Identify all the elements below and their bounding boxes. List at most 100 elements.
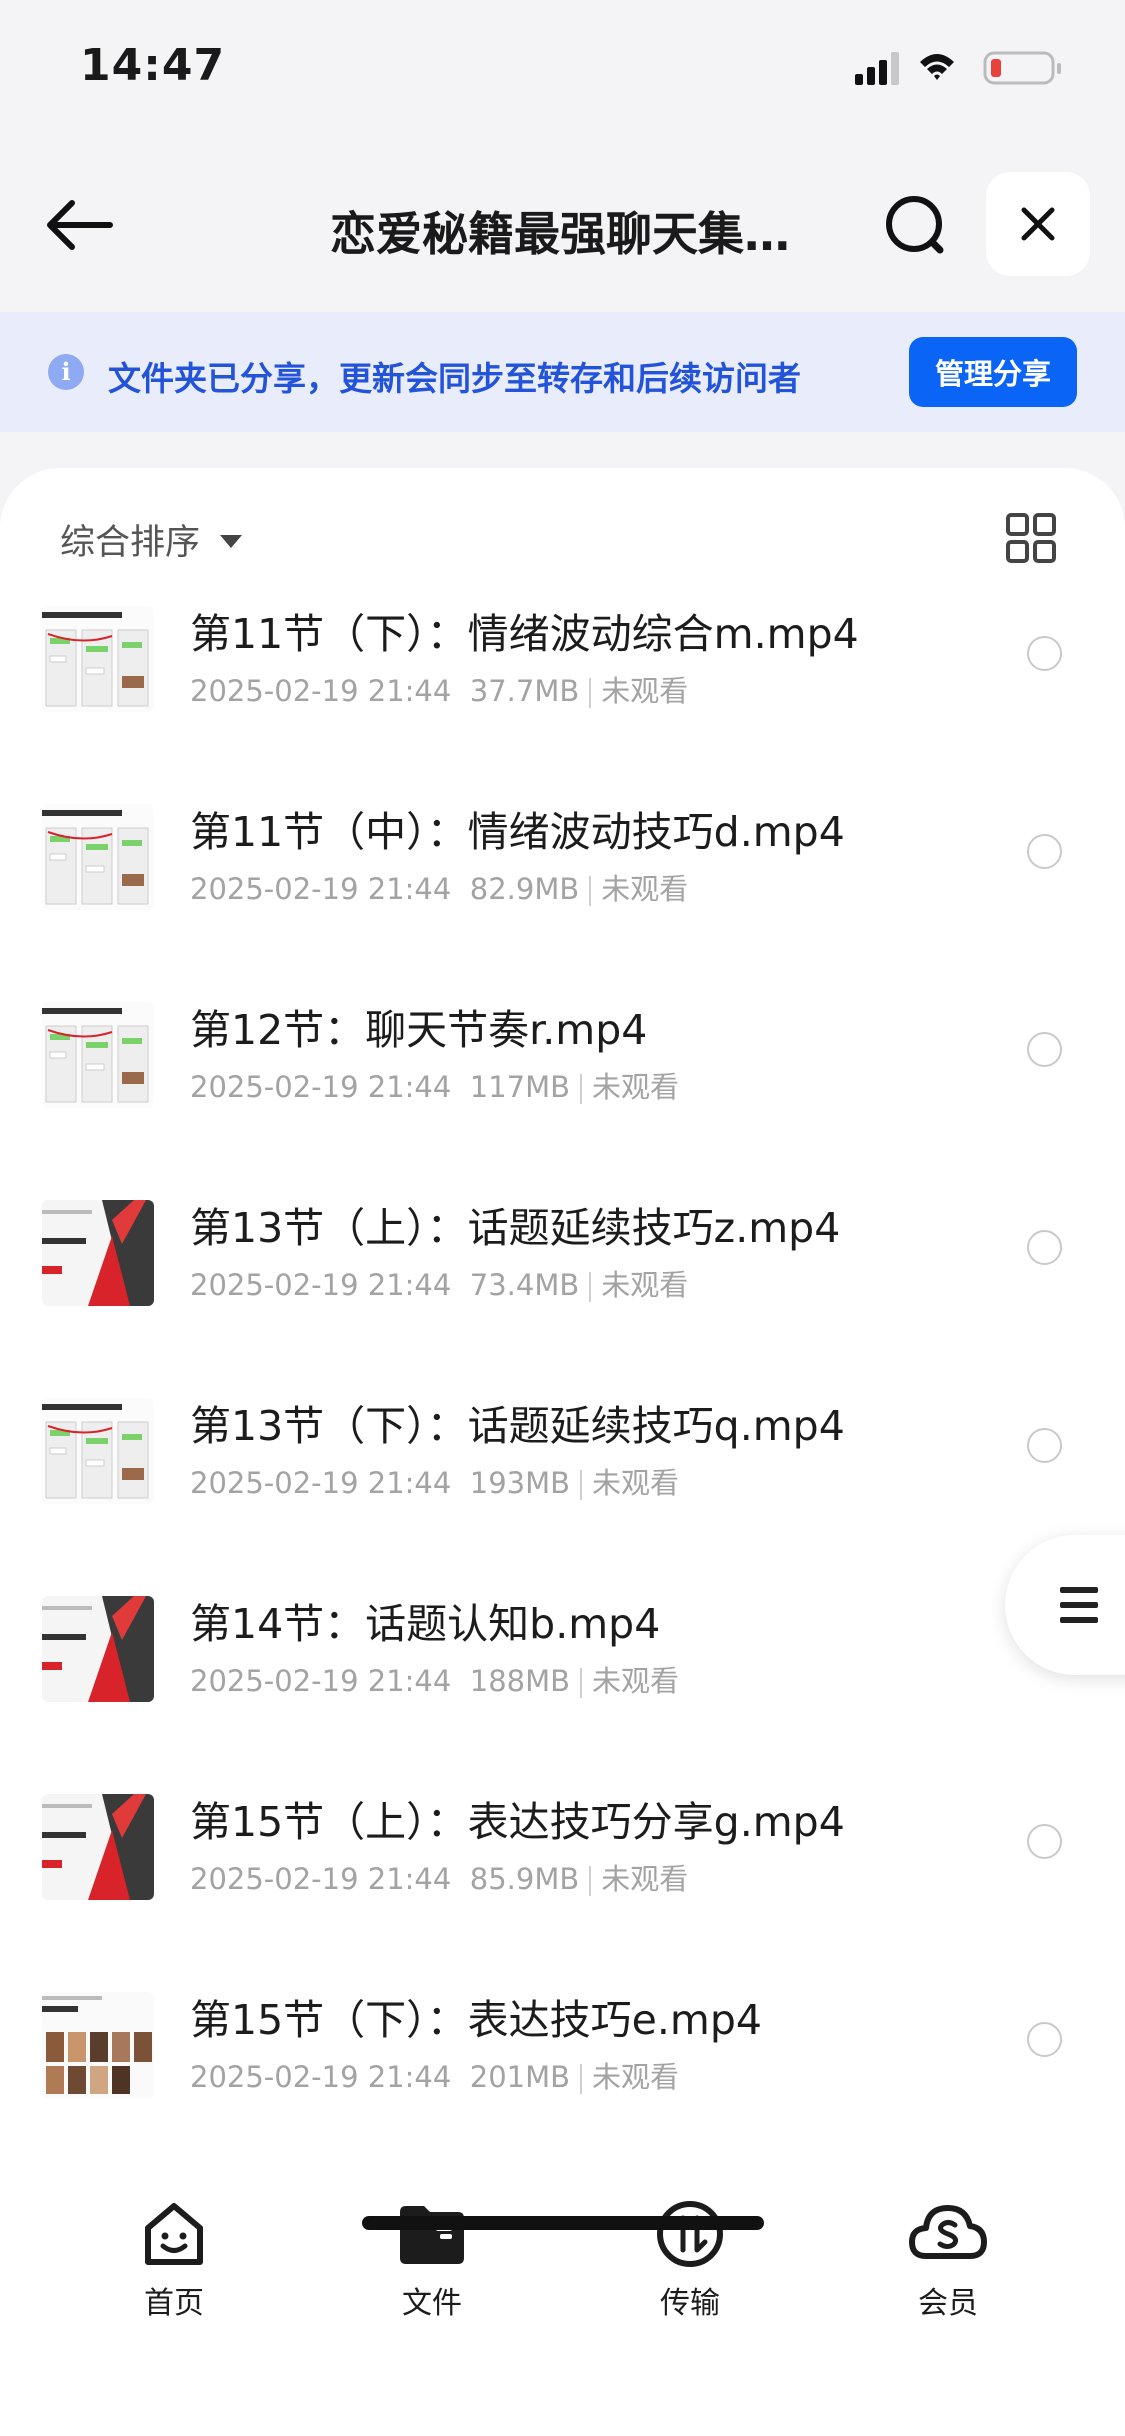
file-date: 2025-02-19 21:44 bbox=[190, 1070, 452, 1104]
select-checkbox[interactable] bbox=[1027, 1428, 1062, 1463]
menu-icon-line bbox=[1060, 1617, 1098, 1623]
meta-separator bbox=[589, 876, 592, 906]
file-size: 85.9MB bbox=[469, 1862, 580, 1896]
watch-status: 未观看 bbox=[592, 2060, 680, 2094]
tab-vip[interactable]: 会员 bbox=[848, 2198, 1048, 2348]
file-date: 2025-02-19 21:44 bbox=[190, 1862, 452, 1896]
close-icon bbox=[1021, 207, 1055, 241]
file-meta: 2025-02-19 21:44 193MB 未观看 bbox=[190, 1460, 679, 1502]
transfer-icon bbox=[657, 2201, 723, 2267]
file-name: 第12节：聊天节奏r.mp4 bbox=[190, 1006, 648, 1054]
battery-low-icon bbox=[983, 51, 1061, 85]
file-date: 2025-02-19 21:44 bbox=[190, 872, 452, 906]
signal-icon bbox=[855, 52, 899, 85]
file-meta: 2025-02-19 21:44 73.4MB 未观看 bbox=[190, 1262, 688, 1304]
watch-status: 未观看 bbox=[601, 1268, 689, 1302]
tab-home-label: 首页 bbox=[144, 2286, 204, 2321]
watch-status: 未观看 bbox=[601, 1862, 689, 1896]
share-notice-text: 文件夹已分享，更新会同步至转存和后续访问者 bbox=[108, 359, 801, 398]
file-name: 第11节（中）：情绪波动技巧d.mp4 bbox=[190, 808, 845, 856]
file-row[interactable]: 第11节（中）：情绪波动技巧d.mp4 2025-02-19 21:44 82.9… bbox=[0, 794, 1125, 992]
menu-icon-line bbox=[1060, 1602, 1098, 1608]
arrow-left-icon bbox=[47, 200, 113, 250]
tab-vip-label: 会员 bbox=[918, 2286, 978, 2321]
nav-bar: 恋爱秘籍最强聊天集… bbox=[0, 160, 1125, 290]
tab-transfer-label: 传输 bbox=[660, 2286, 720, 2321]
file-row[interactable]: 第15节（下）：表达技巧e.mp4 2025-02-19 21:44 201MB 未… bbox=[0, 1982, 1125, 2180]
file-list: 第11节（下）：情绪波动综合m.mp4 2025-02-19 21:44 37.7… bbox=[0, 596, 1125, 2180]
folder-icon bbox=[400, 2206, 464, 2264]
video-thumbnail bbox=[42, 804, 154, 910]
watch-status: 未观看 bbox=[592, 1466, 680, 1500]
file-row[interactable]: 第14节：话题认知b.mp4 2025-02-19 21:44 188MB 未观看 bbox=[0, 1586, 1125, 1784]
watch-status: 未观看 bbox=[592, 1664, 680, 1698]
file-date: 2025-02-19 21:44 bbox=[190, 1268, 452, 1302]
wifi-icon bbox=[920, 54, 954, 80]
file-size: 73.4MB bbox=[469, 1268, 580, 1302]
meta-separator bbox=[589, 678, 592, 708]
video-thumbnail bbox=[42, 1002, 154, 1108]
select-checkbox[interactable] bbox=[1027, 636, 1062, 671]
file-meta: 2025-02-19 21:44 188MB 未观看 bbox=[190, 1658, 679, 1700]
video-thumbnail bbox=[42, 1992, 154, 2098]
file-name: 第13节（下）：话题延续技巧q.mp4 bbox=[190, 1402, 845, 1450]
select-checkbox[interactable] bbox=[1027, 834, 1062, 869]
file-row[interactable]: 第11节（下）：情绪波动综合m.mp4 2025-02-19 21:44 37.7… bbox=[0, 596, 1125, 794]
meta-separator bbox=[580, 1470, 583, 1500]
home-indicator bbox=[362, 2216, 764, 2230]
file-meta: 2025-02-19 21:44 82.9MB 未观看 bbox=[190, 866, 688, 908]
file-name: 第15节（下）：表达技巧e.mp4 bbox=[190, 1996, 762, 2044]
meta-separator bbox=[580, 2064, 583, 2094]
meta-separator bbox=[589, 1272, 592, 1302]
file-name: 第13节（上）：话题延续技巧z.mp4 bbox=[190, 1204, 841, 1252]
manage-share-button[interactable]: 管理分享 bbox=[909, 337, 1077, 407]
watch-status: 未观看 bbox=[601, 872, 689, 906]
sort-label: 综合排序 bbox=[60, 523, 201, 563]
file-date: 2025-02-19 21:44 bbox=[190, 2060, 452, 2094]
video-thumbnail bbox=[42, 1794, 154, 1900]
sort-dropdown[interactable]: 综合排序 bbox=[60, 514, 243, 565]
smiley-home-icon bbox=[145, 2203, 203, 2265]
meta-separator bbox=[580, 1668, 583, 1698]
file-size: 117MB bbox=[469, 1070, 571, 1104]
tab-home[interactable]: 首页 bbox=[74, 2198, 274, 2348]
tab-files-label: 文件 bbox=[402, 2286, 462, 2321]
select-checkbox[interactable] bbox=[1027, 1824, 1062, 1859]
file-size: 201MB bbox=[469, 2060, 571, 2094]
watch-status: 未观看 bbox=[601, 674, 689, 708]
video-thumbnail bbox=[42, 1398, 154, 1504]
back-button[interactable] bbox=[40, 190, 120, 260]
search-icon bbox=[886, 196, 944, 254]
file-name: 第14节：话题认知b.mp4 bbox=[190, 1600, 661, 1648]
share-notice-banner: i 文件夹已分享，更新会同步至转存和后续访问者 管理分享 bbox=[0, 312, 1125, 432]
status-time: 14:47 bbox=[80, 40, 226, 91]
file-size: 188MB bbox=[469, 1664, 571, 1698]
watch-status: 未观看 bbox=[592, 1070, 680, 1104]
file-row[interactable]: 第13节（下）：话题延续技巧q.mp4 2025-02-19 21:44 193M… bbox=[0, 1388, 1125, 1586]
file-date: 2025-02-19 21:44 bbox=[190, 1664, 452, 1698]
search-button[interactable] bbox=[880, 190, 952, 262]
file-meta: 2025-02-19 21:44 85.9MB 未观看 bbox=[190, 1856, 688, 1898]
file-row[interactable]: 第13节（上）：话题延续技巧z.mp4 2025-02-19 21:44 73.4… bbox=[0, 1190, 1125, 1388]
file-meta: 2025-02-19 21:44 201MB 未观看 bbox=[190, 2054, 679, 2096]
file-size: 193MB bbox=[469, 1466, 571, 1500]
file-row[interactable]: 第12节：聊天节奏r.mp4 2025-02-19 21:44 117MB 未观看 bbox=[0, 992, 1125, 1190]
file-date: 2025-02-19 21:44 bbox=[190, 674, 452, 708]
file-sheet: 综合排序 第11节（下）：情绪波动综合m.mp4 2025-02-19 21:44… bbox=[0, 468, 1125, 2436]
select-checkbox[interactable] bbox=[1027, 1230, 1062, 1265]
menu-icon-line bbox=[1060, 1587, 1098, 1593]
page-title: 恋爱秘籍最强聊天集… bbox=[330, 207, 790, 261]
meta-separator bbox=[589, 1866, 592, 1896]
file-date: 2025-02-19 21:44 bbox=[190, 1466, 452, 1500]
close-button[interactable] bbox=[986, 172, 1090, 276]
file-name: 第15节（上）：表达技巧分享g.mp4 bbox=[190, 1798, 845, 1846]
file-size: 37.7MB bbox=[469, 674, 580, 708]
file-meta: 2025-02-19 21:44 37.7MB 未观看 bbox=[190, 668, 688, 710]
status-icons bbox=[855, 48, 1085, 88]
file-size: 82.9MB bbox=[469, 872, 580, 906]
select-checkbox[interactable] bbox=[1027, 2022, 1062, 2057]
select-checkbox[interactable] bbox=[1027, 1032, 1062, 1067]
file-row[interactable]: 第15节（上）：表达技巧分享g.mp4 2025-02-19 21:44 85.9… bbox=[0, 1784, 1125, 1982]
caret-down-icon bbox=[220, 535, 243, 548]
grid-view-button[interactable] bbox=[1005, 512, 1057, 564]
